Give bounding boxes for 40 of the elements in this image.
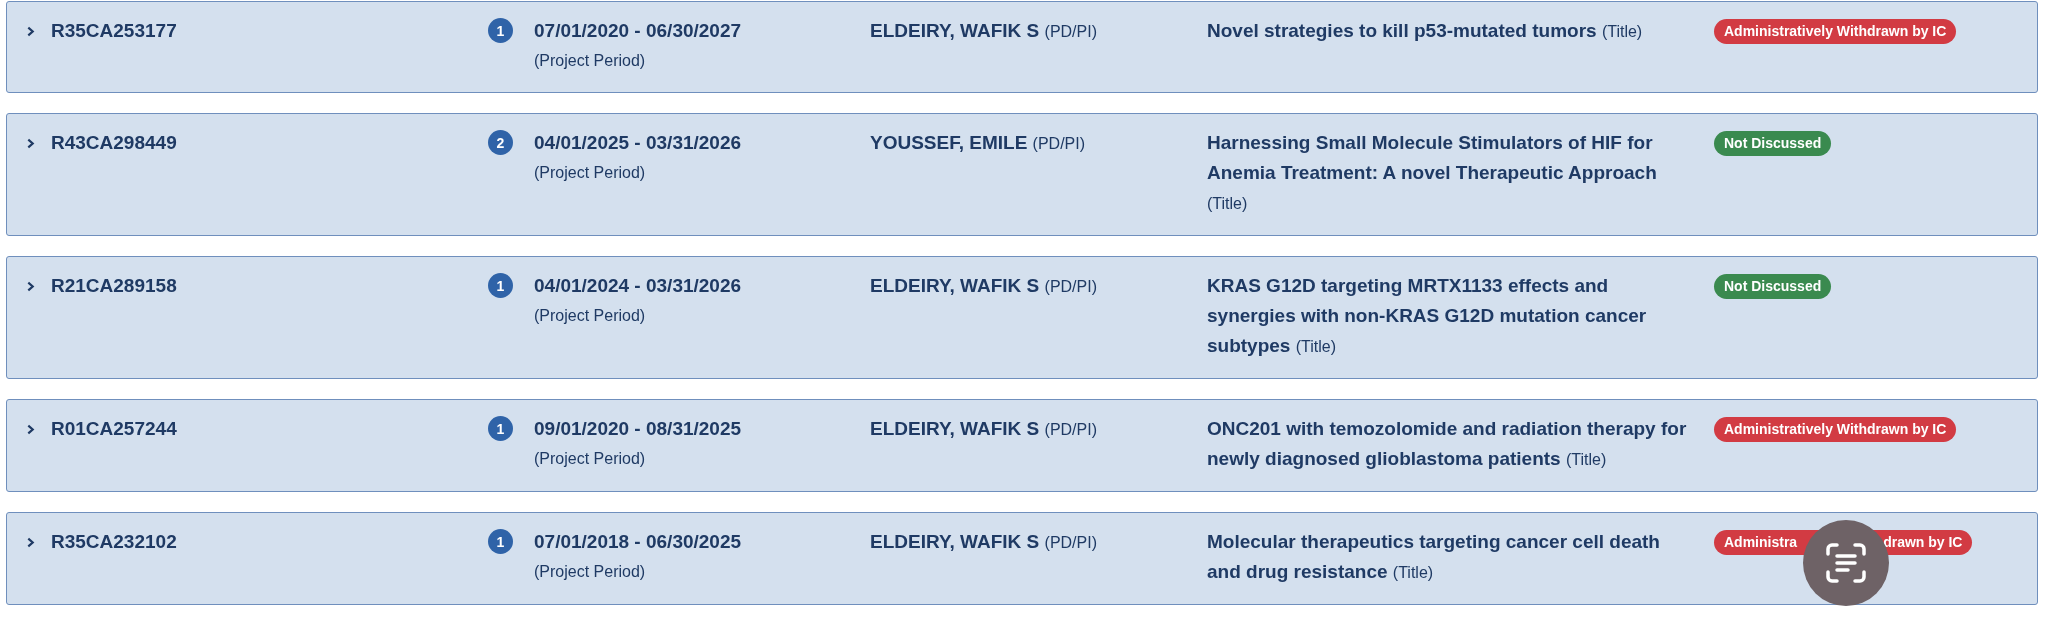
- status-badge: Administratively Withdrawn by IC: [1714, 19, 1957, 44]
- chevron-right-icon[interactable]: [25, 281, 36, 292]
- grant-id: R35CA253177: [51, 20, 177, 41]
- pi-name: YOUSSEF, EMILE (PD/PI): [870, 132, 1086, 153]
- project-period: 07/01/2020 - 06/30/2027: [534, 19, 742, 43]
- pi-name: ELDEIRY, WAFIK S (PD/PI): [870, 418, 1097, 439]
- pi-name: ELDEIRY, WAFIK S (PD/PI): [870, 275, 1097, 296]
- pi-name: ELDEIRY, WAFIK S (PD/PI): [870, 20, 1097, 41]
- period-label: (Project Period): [534, 449, 646, 469]
- chevron-right-icon[interactable]: [25, 138, 36, 149]
- period-label: (Project Period): [534, 306, 646, 326]
- count-badge: 2: [488, 130, 513, 155]
- chevron-right-icon[interactable]: [25, 26, 36, 37]
- grant-id: R21CA289158: [51, 275, 177, 296]
- status-badge: Not Discussed: [1714, 274, 1832, 299]
- count-badge: 1: [488, 416, 513, 441]
- period-label: (Project Period): [534, 51, 646, 71]
- status-badge: Not Discussed: [1714, 131, 1832, 156]
- count-badge: 1: [488, 18, 513, 43]
- pi-name: ELDEIRY, WAFIK S (PD/PI): [870, 531, 1097, 552]
- project-period: 04/01/2024 - 03/31/2026: [534, 274, 742, 298]
- project-title: Harnessing Small Molecule Stimulators of HIF for Anemia Treatment: A novel Therapeutic Approach (Title): [1207, 131, 1658, 214]
- chevron-right-icon[interactable]: [25, 424, 36, 435]
- project-title: Molecular therapeutics targeting cancer cell death and drug resistance (Title): [1207, 530, 1661, 584]
- project-period: 07/01/2018 - 06/30/2025: [534, 530, 742, 554]
- grant-id: R01CA257244: [51, 418, 177, 439]
- grant-id: R43CA298449: [51, 132, 177, 153]
- project-title: KRAS G12D targeting MRTX1133 effects and synergies with non-KRAS G12D mutation cancer subtypes (Title): [1207, 274, 1648, 358]
- status-badge: Administratively Withdrawn by IC: [1714, 417, 1957, 442]
- project-title: ONC201 with temozolomide and radiation therapy for newly diagnosed glioblastoma patients (Title): [1207, 417, 1688, 471]
- project-period: 09/01/2020 - 08/31/2025: [534, 417, 742, 441]
- count-badge: 1: [488, 273, 513, 298]
- chevron-right-icon[interactable]: [25, 537, 36, 548]
- project-period: 04/01/2025 - 03/31/2026: [534, 131, 742, 155]
- grant-id: R35CA232102: [51, 531, 177, 552]
- period-label: (Project Period): [534, 562, 646, 582]
- period-label: (Project Period): [534, 163, 646, 183]
- project-title: Novel strategies to kill p53-mutated tumors (Title): [1207, 19, 1644, 43]
- count-badge: 1: [488, 529, 513, 554]
- text-scan-icon: [1824, 541, 1868, 585]
